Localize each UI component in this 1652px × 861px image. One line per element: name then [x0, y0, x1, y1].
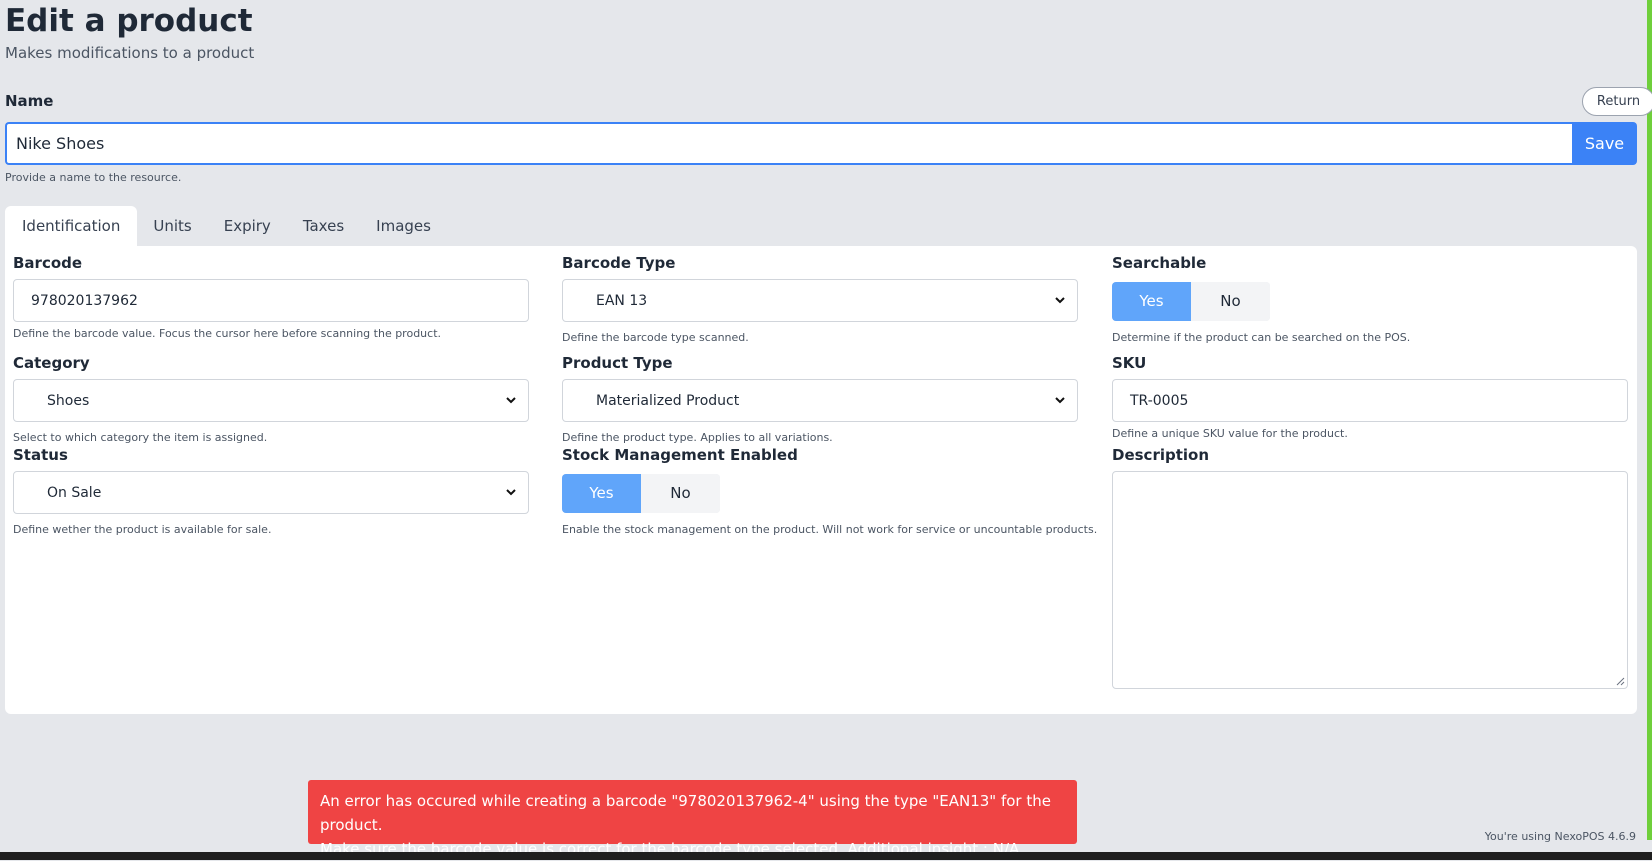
searchable-toggle: Yes No	[1112, 282, 1270, 321]
status-label: Status	[13, 446, 68, 464]
tab-bar: Identification Units Expiry Taxes Images	[5, 206, 447, 246]
stock-management-help: Enable the stock management on the produ…	[562, 523, 1098, 536]
searchable-help: Determine if the product can be searched…	[1112, 331, 1411, 344]
description-textarea[interactable]	[1112, 471, 1628, 689]
barcode-value: 978020137962	[31, 292, 138, 309]
description-label: Description	[1112, 446, 1210, 464]
return-button[interactable]: Return	[1582, 87, 1652, 116]
status-value: On Sale	[47, 484, 102, 501]
barcode-type-select[interactable]: EAN 13	[562, 279, 1078, 322]
category-select[interactable]: Shoes	[13, 379, 529, 422]
inactive-tabs: Units Expiry Taxes Images	[137, 206, 447, 246]
error-toast[interactable]: An error has occured while creating a ba…	[308, 780, 1077, 858]
tab-images[interactable]: Images	[360, 206, 447, 246]
tab-taxes[interactable]: Taxes	[286, 206, 361, 246]
version-text: You're using NexoPOS 4.6.9	[1484, 830, 1636, 843]
stock-management-label: Stock Management Enabled	[562, 446, 798, 464]
sku-help: Define a unique SKU value for the produc…	[1112, 427, 1348, 440]
tab-expiry[interactable]: Expiry	[207, 206, 287, 246]
sku-input[interactable]: TR-0005	[1112, 379, 1628, 422]
searchable-yes[interactable]: Yes	[1112, 282, 1191, 321]
name-row: Save	[5, 122, 1637, 165]
product-type-help: Define the product type. Applies to all …	[562, 431, 833, 444]
resize-grip-icon[interactable]	[1616, 677, 1625, 686]
taskbar-strip	[0, 852, 1652, 860]
stock-management-no[interactable]: No	[641, 474, 720, 513]
barcode-input[interactable]: 978020137962	[13, 279, 529, 322]
chevron-down-icon	[506, 489, 516, 496]
tab-units[interactable]: Units	[137, 206, 208, 246]
searchable-label: Searchable	[1112, 254, 1207, 272]
product-type-label: Product Type	[562, 354, 673, 372]
barcode-help: Define the barcode value. Focus the curs…	[13, 327, 442, 340]
sku-label: SKU	[1112, 354, 1147, 372]
page-scrollbar[interactable]	[1647, 0, 1652, 840]
product-type-select[interactable]: Materialized Product	[562, 379, 1078, 422]
stock-management-toggle: Yes No	[562, 474, 720, 513]
chevron-down-icon	[506, 397, 516, 404]
save-button[interactable]: Save	[1572, 122, 1637, 165]
tab-identification[interactable]: Identification	[5, 206, 138, 246]
stock-management-yes[interactable]: Yes	[562, 474, 641, 513]
barcode-label: Barcode	[13, 254, 83, 272]
name-label: Name	[5, 92, 54, 110]
searchable-no[interactable]: No	[1191, 282, 1270, 321]
chevron-down-icon	[1055, 397, 1065, 404]
name-help: Provide a name to the resource.	[5, 171, 182, 184]
category-help: Select to which category the item is ass…	[13, 431, 268, 444]
sku-value: TR-0005	[1130, 392, 1189, 409]
category-label: Category	[13, 354, 90, 372]
identification-panel: Barcode 978020137962 Define the barcode …	[5, 246, 1637, 714]
status-help: Define wether the product is available f…	[13, 523, 272, 536]
page-title: Edit a product	[5, 3, 253, 39]
product-type-value: Materialized Product	[596, 392, 740, 409]
barcode-type-help: Define the barcode type scanned.	[562, 331, 749, 344]
category-value: Shoes	[47, 392, 90, 409]
error-message-line-1: An error has occured while creating a ba…	[320, 792, 1051, 834]
chevron-down-icon	[1055, 297, 1065, 304]
barcode-type-value: EAN 13	[596, 292, 648, 309]
status-select[interactable]: On Sale	[13, 471, 529, 514]
barcode-type-label: Barcode Type	[562, 254, 676, 272]
page-subtitle: Makes modifications to a product	[5, 44, 255, 62]
name-input[interactable]	[5, 122, 1572, 165]
